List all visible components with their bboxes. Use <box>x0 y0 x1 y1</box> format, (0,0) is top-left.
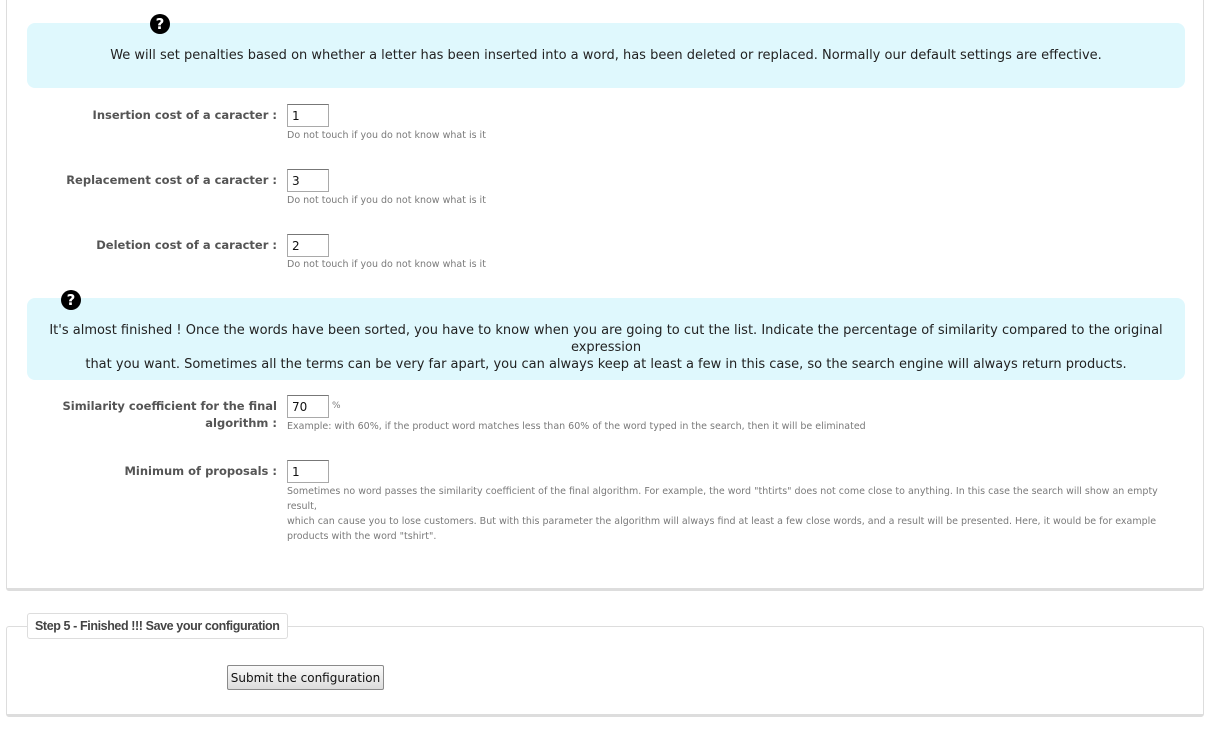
replacement-cost-input[interactable] <box>287 169 329 192</box>
deletion-cost-label: Deletion cost of a caracter : <box>96 238 277 252</box>
step5-panel <box>6 626 1204 717</box>
similarity-coefficient-input[interactable] <box>287 395 329 418</box>
similarity-help-line-1: It's almost finished ! Once the words ha… <box>49 323 1163 355</box>
penalties-help-text: We will set penalties based on whether a… <box>110 48 1102 63</box>
min-proposals-label: Minimum of proposals : <box>124 464 277 478</box>
min-proposals-input[interactable] <box>287 460 329 483</box>
insertion-cost-hint: Do not touch if you do not know what is … <box>287 130 486 141</box>
deletion-cost-hint: Do not touch if you do not know what is … <box>287 259 486 270</box>
replacement-cost-label: Replacement cost of a caracter : <box>66 173 277 187</box>
similarity-coefficient-label: Similarity coefficient for the final alg… <box>62 398 277 432</box>
question-circle-icon: ? <box>150 14 170 34</box>
similarity-help-line-2: that you want. Sometimes all the terms c… <box>85 357 1127 372</box>
min-proposals-hint-line-1: Sometimes no word passes the similarity … <box>287 486 1158 512</box>
min-proposals-hint: Sometimes no word passes the similarity … <box>287 484 1187 544</box>
insertion-cost-input[interactable] <box>287 104 329 127</box>
question-circle-icon: ? <box>61 290 81 310</box>
similarity-help-box: It's almost finished ! Once the words ha… <box>27 298 1185 380</box>
submit-configuration-button[interactable]: Submit the configuration <box>227 665 384 690</box>
step5-legend: Step 5 - Finished !!! Save your configur… <box>27 613 288 639</box>
similarity-coefficient-hint: Example: with 60%, if the product word m… <box>287 421 866 432</box>
min-proposals-hint-line-3: products with the word "tshirt". <box>287 531 437 542</box>
similarity-label-line-2: algorithm : <box>205 416 277 430</box>
similarity-label-line-1: Similarity coefficient for the final <box>62 399 277 413</box>
percent-unit: % <box>332 401 341 411</box>
penalties-help-box: We will set penalties based on whether a… <box>27 23 1185 88</box>
min-proposals-hint-line-2: which can cause you to lose customers. B… <box>287 516 1157 527</box>
deletion-cost-input[interactable] <box>287 234 329 257</box>
insertion-cost-label: Insertion cost of a caracter : <box>92 108 277 122</box>
replacement-cost-hint: Do not touch if you do not know what is … <box>287 195 486 206</box>
